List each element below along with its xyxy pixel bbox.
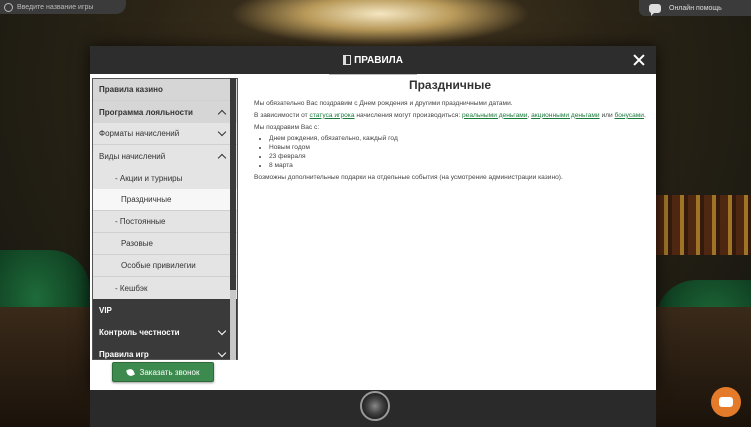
- online-help-button[interactable]: Онлайн помощь: [639, 0, 751, 16]
- rules-content: Праздничные Мы обязательно Вас поздравим…: [254, 78, 646, 358]
- sidebar-item-label: - Акции и турниры: [115, 173, 183, 183]
- sidebar-item-accrual-types[interactable]: Виды начислений: [93, 145, 237, 167]
- sidebar-item-label: Форматы начислений: [99, 129, 180, 138]
- sidebar-item-promotions[interactable]: - Акции и турниры: [93, 167, 237, 189]
- chevron-down-icon: [217, 326, 227, 335]
- close-icon[interactable]: [632, 53, 646, 67]
- sidebar-item-label: Правила казино: [99, 85, 163, 94]
- content-title: Праздничные: [408, 78, 492, 92]
- scrollbar-thumb[interactable]: [230, 78, 236, 290]
- sidebar-item-label: Правила игр: [99, 349, 149, 359]
- online-help-label: Онлайн помощь: [669, 4, 722, 12]
- list-item: Новым годом: [269, 144, 646, 153]
- sidebar-item-loyalty-program[interactable]: Программа лояльности: [93, 101, 237, 123]
- sidebar-item-label: - Кешбэк: [115, 283, 148, 293]
- chevron-up-icon: [217, 153, 227, 162]
- content-paragraph: Возможны дополнительные подарки на отдел…: [254, 173, 563, 181]
- live-chat-button[interactable]: [711, 387, 741, 417]
- sidebar-item-game-rules[interactable]: Правила игр: [93, 343, 237, 359]
- real-money-link[interactable]: реальными деньгами: [462, 112, 527, 119]
- list-item: 23 февраля: [269, 153, 646, 162]
- search-input[interactable]: [17, 3, 117, 11]
- phone-icon: [125, 367, 135, 377]
- chevron-down-icon: [217, 348, 227, 357]
- text-fragment: начисления могут производиться:: [354, 111, 462, 119]
- sidebar-item-label: Праздничные: [121, 195, 172, 204]
- sidebar-item-label: Контроль честности: [99, 327, 180, 337]
- sidebar-item-cashback[interactable]: - Кешбэк: [93, 277, 237, 299]
- search-icon: [4, 2, 13, 12]
- content-paragraph: Мы обязательно Вас поздравим с Днем рожд…: [254, 100, 513, 107]
- sidebar-item-label: Разовые: [121, 239, 153, 248]
- book-icon: [343, 55, 352, 65]
- modal-title-wrap: ПРАВИЛА: [329, 54, 417, 75]
- request-call-button[interactable]: Заказать звонок: [112, 362, 214, 382]
- game-search[interactable]: [0, 0, 126, 14]
- sidebar-item-label: Особые привилегии: [121, 261, 196, 270]
- roulette-logo-icon: [360, 391, 390, 421]
- list-item: Днем рождения, обязательно, каждый год: [269, 135, 646, 144]
- modal-title: ПРАВИЛА: [354, 54, 403, 66]
- content-paragraph: В зависимости от статуса игрока начислен…: [254, 112, 646, 121]
- text-fragment: или: [599, 111, 615, 119]
- bar-shelf-backdrop: [656, 195, 751, 255]
- content-paragraph: Мы поздравим Вас с:: [254, 123, 320, 131]
- sidebar-item-permanent[interactable]: - Постоянные: [93, 211, 237, 233]
- list-item: 8 марта: [269, 162, 646, 171]
- sidebar-item-casino-rules[interactable]: Правила казино: [93, 79, 237, 101]
- sidebar-item-label: Виды начислений: [99, 151, 166, 161]
- promo-money-link[interactable]: акционными деньгами: [531, 112, 599, 119]
- chat-icon: [649, 3, 661, 16]
- sidebar-item-one-time[interactable]: Разовые: [93, 233, 237, 255]
- chat-bubble-icon: [719, 397, 733, 407]
- text-fragment: В зависимости от: [254, 111, 310, 119]
- chevron-up-icon: [217, 109, 227, 118]
- player-status-link[interactable]: статуса игрока: [310, 112, 355, 119]
- request-call-label: Заказать звонок: [139, 367, 200, 377]
- sidebar-item-accrual-formats[interactable]: Форматы начислений: [93, 123, 237, 145]
- rules-modal: ПРАВИЛА Правила казино Программа лояльно…: [90, 46, 656, 390]
- sidebar-item-holiday[interactable]: Праздничные: [93, 189, 237, 211]
- text-fragment: .: [644, 111, 646, 119]
- chandelier-backdrop: [230, 0, 530, 46]
- bonuses-link[interactable]: бонусами: [615, 112, 645, 119]
- sidebar-item-label: Программа лояльности: [99, 107, 193, 117]
- holiday-list: Днем рождения, обязательно, каждый год Н…: [264, 135, 646, 170]
- chevron-down-icon: [217, 127, 227, 137]
- rules-sidebar: Правила казино Программа лояльности Форм…: [92, 78, 238, 360]
- sidebar-item-label: VIP: [99, 305, 112, 315]
- sidebar-item-label: - Постоянные: [115, 217, 166, 226]
- sidebar-item-vip[interactable]: VIP: [93, 299, 237, 321]
- sidebar-item-fairness[interactable]: Контроль честности: [93, 321, 237, 343]
- modal-header: ПРАВИЛА: [90, 46, 656, 75]
- sidebar-scrollbar[interactable]: [230, 78, 236, 360]
- sidebar-item-privileges[interactable]: Особые привилегии: [93, 255, 237, 277]
